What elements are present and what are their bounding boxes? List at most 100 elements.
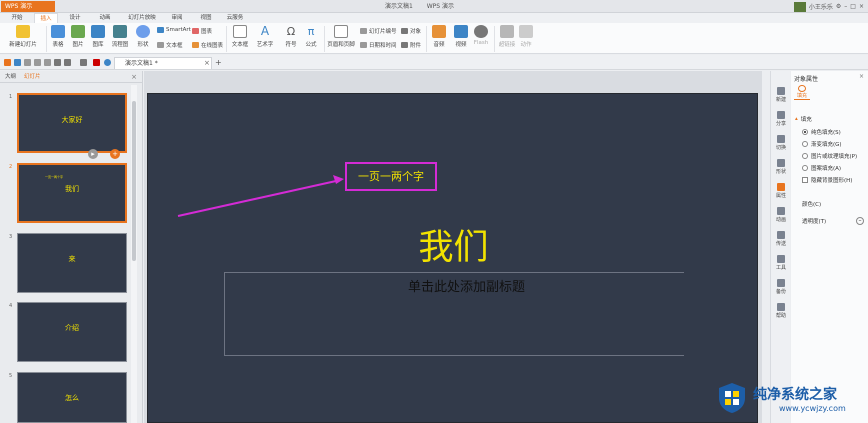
hyperlink-button[interactable]: 超链接	[497, 25, 517, 48]
slide-thumbnail-5[interactable]: 怎么	[17, 372, 127, 423]
panel-title[interactable]: 对象属性	[794, 74, 818, 83]
pattern-fill-option[interactable]: 图案填充(A)	[802, 164, 841, 172]
shapes-button[interactable]: 形状	[132, 25, 154, 48]
tab-slides[interactable]: 幻灯片	[24, 71, 41, 83]
transition-pane-button[interactable]: 切换	[771, 135, 791, 151]
backup-pane-button[interactable]: 备份	[771, 279, 791, 295]
video-icon	[454, 25, 468, 38]
pi-icon: π	[307, 25, 315, 38]
close-icon[interactable]: ×	[859, 3, 864, 10]
tab-review[interactable]: 审阅	[166, 13, 188, 23]
flowchart-icon	[113, 25, 127, 38]
new-pane-button[interactable]: 新建	[771, 87, 791, 103]
panel-close-icon[interactable]: ×	[859, 73, 864, 80]
dropdown-icon[interactable]	[80, 59, 87, 66]
app-menu-button[interactable]: WPS 演示	[1, 1, 55, 12]
transparency-minus-icon[interactable]: –	[856, 217, 864, 225]
slide-thumbnail-1[interactable]: 大家好	[17, 93, 127, 153]
radio-solid[interactable]	[802, 129, 808, 135]
table-button[interactable]: 表格	[48, 25, 68, 48]
tab-animation[interactable]: 动画	[94, 13, 116, 23]
tools-pane-button[interactable]: 工具	[771, 255, 791, 271]
tab-outline[interactable]: 大纲	[5, 71, 16, 83]
subtitle-placeholder[interactable]: 单击此处添加副标题	[224, 272, 684, 356]
picture-button[interactable]: 图片	[68, 25, 88, 48]
image-lib-button[interactable]: 图库	[88, 25, 108, 48]
formula-button[interactable]: π 公式	[302, 25, 320, 48]
play-icon[interactable]: ▸	[88, 149, 98, 159]
art-text-button[interactable]: A 艺术字	[253, 25, 277, 49]
thumbnail-text: 我们	[65, 185, 79, 193]
share-pane-button[interactable]: 分享	[771, 111, 791, 127]
object-button[interactable]: 对象	[401, 27, 421, 35]
header-footer-button[interactable]: 页眉和页脚	[326, 25, 356, 48]
tab-design[interactable]: 设计	[64, 13, 86, 23]
slide-thumbnail-4[interactable]: 介绍	[17, 302, 127, 362]
slide-number-button[interactable]: 幻灯片编号	[360, 27, 397, 35]
export-icon[interactable]	[44, 59, 51, 66]
symbol-button[interactable]: Ω 符号	[282, 25, 300, 48]
thumbnail-scrollbar[interactable]	[131, 85, 137, 423]
tab-insert[interactable]: 插入	[34, 13, 58, 23]
settings-icon[interactable]: ⚙	[836, 3, 841, 10]
highlighted-textbox[interactable]: 一页一两个字	[345, 162, 437, 191]
document-tab-close-icon[interactable]: ×	[204, 57, 210, 69]
date-time-button[interactable]: 日期和时间	[360, 41, 397, 49]
panel-close-icon[interactable]: ×	[131, 71, 137, 83]
tab-cloud[interactable]: 云服务	[221, 13, 249, 23]
radio-pattern[interactable]	[802, 165, 808, 171]
shape-pane-button[interactable]: 形状	[771, 159, 791, 175]
solid-fill-option[interactable]: 纯色填充(S)	[802, 128, 841, 136]
fill-section-header[interactable]: ▴ 填充	[795, 115, 812, 123]
animation-pane-button[interactable]: 动画	[771, 207, 791, 223]
picture-fill-option[interactable]: 图片或纹理填充(P)	[802, 152, 857, 160]
print-icon[interactable]	[24, 59, 31, 66]
radio-gradient[interactable]	[802, 141, 808, 147]
slide-thumbnail-3[interactable]: 来	[17, 233, 127, 293]
tab-slideshow[interactable]: 幻灯片放映	[122, 13, 162, 23]
cloud-icon[interactable]	[104, 59, 111, 66]
scrollbar-thumb[interactable]	[132, 101, 136, 261]
tab-document[interactable]: 演示文稿1 *	[114, 57, 212, 69]
slide-title[interactable]: 我们	[148, 219, 759, 270]
chart-button[interactable]: 图表	[192, 27, 212, 35]
slide-thumbnail-2[interactable]: 一页一两个字 我们	[17, 163, 127, 223]
checkbox-hide-bg[interactable]	[802, 177, 808, 183]
flowchart-button[interactable]: 流程图	[108, 25, 132, 48]
save-icon[interactable]	[14, 59, 21, 66]
redo-icon[interactable]	[64, 59, 71, 66]
smartart-button[interactable]: SmartArt	[157, 27, 191, 33]
task-pane-strip: 新建 分享 切换 形状 属性 动画 传送 工具 备份 帮助	[770, 71, 790, 423]
wps-logo-icon[interactable]	[93, 59, 100, 66]
gradient-fill-option[interactable]: 渐变填充(G)	[802, 140, 842, 148]
radio-picture[interactable]	[802, 153, 808, 159]
property-pane-button[interactable]: 属性	[771, 183, 791, 199]
subtitle-placeholder-text: 单击此处添加副标题	[407, 280, 525, 295]
tab-view[interactable]: 视图	[195, 13, 217, 23]
add-slide-icon[interactable]: +	[110, 149, 120, 159]
online-chart-button[interactable]: 在线图表	[192, 41, 223, 49]
new-tab-icon[interactable]: +	[215, 57, 222, 69]
maximize-icon[interactable]: □	[850, 3, 856, 10]
hide-background-option[interactable]: 隐藏背景图形(H)	[802, 176, 852, 184]
video-button[interactable]: 视频	[451, 25, 471, 48]
user-name[interactable]: 小王乐乐	[809, 2, 833, 11]
preview-icon[interactable]	[34, 59, 41, 66]
new-slide-button[interactable]: 新建幻灯片	[4, 25, 42, 48]
minimize-icon[interactable]: –	[844, 3, 847, 10]
audio-button[interactable]: 音频	[429, 25, 449, 48]
action-button[interactable]: 动作	[517, 25, 535, 48]
flash-button[interactable]: Flash	[472, 25, 490, 46]
attachment-button[interactable]: 附件	[401, 41, 421, 49]
tab-start[interactable]: 开始	[6, 13, 28, 23]
undo-icon[interactable]	[54, 59, 61, 66]
image-lib-label: 图库	[92, 42, 104, 48]
tab-fill[interactable]: 填充	[794, 85, 810, 100]
textbox-small-button[interactable]: 文本框	[157, 41, 183, 49]
avatar[interactable]	[793, 1, 806, 12]
textbox-button[interactable]: 文本框	[229, 25, 251, 48]
help-pane-button[interactable]: 帮助	[771, 303, 791, 319]
transfer-pane-button[interactable]: 传送	[771, 231, 791, 247]
slide-canvas[interactable]: 一页一两个字 我们 单击此处添加副标题	[147, 93, 758, 423]
open-icon[interactable]	[4, 59, 11, 66]
